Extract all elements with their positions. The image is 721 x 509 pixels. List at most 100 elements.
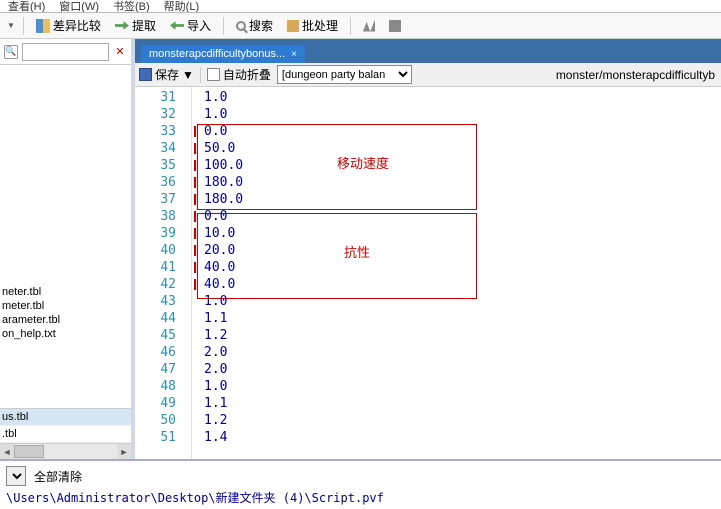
menu-bar: 查看(H) 窗口(W) 书签(B) 帮助(L) — [0, 0, 721, 13]
code-line[interactable]: 2.0 — [192, 344, 721, 361]
menu-item[interactable]: 窗口(W) — [59, 0, 99, 13]
code-line[interactable]: 1.0 — [192, 89, 721, 106]
line-number: 44 — [135, 310, 191, 327]
search-icon[interactable]: 🔍 — [4, 45, 18, 59]
file-item[interactable]: arameter.tbl — [0, 313, 131, 327]
code-editor[interactable]: 3132333435363738394041424344454647484950… — [135, 87, 721, 459]
file-item[interactable]: on_help.txt — [0, 327, 131, 341]
line-number: 36 — [135, 174, 191, 191]
extract-button[interactable]: 提取 — [111, 15, 160, 36]
file-list: neter.tbl meter.tbl arameter.tbl on_help… — [0, 285, 131, 341]
file-item[interactable]: .tbl — [0, 426, 131, 443]
code-line[interactable]: 1.2 — [192, 412, 721, 429]
line-number: 47 — [135, 361, 191, 378]
dropdown-arrow-icon[interactable]: ▼ — [7, 21, 15, 30]
open-files-list: us.tbl .tbl ◄ ► — [0, 408, 131, 459]
code-line[interactable]: 1.1 — [192, 310, 721, 327]
code-line[interactable]: 1.2 — [192, 327, 721, 344]
batch-icon — [287, 20, 299, 32]
code-line[interactable]: 40.0 — [192, 259, 721, 276]
main-toolbar: ▼ 差异比较 提取 导入 搜索 批处理 — [0, 13, 721, 39]
line-number: 42 — [135, 276, 191, 293]
save-button[interactable]: 保存 ▼ — [139, 66, 194, 83]
file-item[interactable]: meter.tbl — [0, 299, 131, 313]
clear-all-button[interactable]: 全部清除 — [34, 468, 82, 485]
line-number: 31 — [135, 89, 191, 106]
file-item[interactable]: neter.tbl — [0, 285, 131, 299]
scroll-right-icon[interactable]: ► — [117, 444, 131, 459]
line-number: 51 — [135, 429, 191, 446]
code-line[interactable]: 0.0 — [192, 208, 721, 225]
code-line[interactable]: 1.0 — [192, 293, 721, 310]
clear-icon[interactable]: ✕ — [113, 45, 127, 59]
scrollbar-thumb[interactable] — [14, 445, 44, 458]
change-marker — [194, 160, 196, 171]
sidebar: 🔍 ✕ neter.tbl meter.tbl arameter.tbl on_… — [0, 39, 135, 459]
file-item[interactable]: us.tbl — [0, 409, 131, 426]
sidebar-search-input[interactable] — [22, 43, 109, 61]
change-marker — [194, 194, 196, 205]
line-number: 43 — [135, 293, 191, 310]
change-marker — [194, 177, 196, 188]
output-filter-select[interactable] — [6, 466, 26, 486]
change-marker — [194, 228, 196, 239]
dropdown-arrow-icon[interactable]: ▼ — [182, 68, 194, 82]
change-marker — [194, 245, 196, 256]
import-icon — [170, 19, 184, 33]
line-number: 39 — [135, 225, 191, 242]
code-line[interactable]: 50.0 — [192, 140, 721, 157]
menu-item[interactable]: 书签(B) — [113, 0, 150, 13]
line-number: 35 — [135, 157, 191, 174]
code-line[interactable]: 20.0 — [192, 242, 721, 259]
tool-icon — [389, 20, 401, 32]
change-marker — [194, 126, 196, 137]
line-number: 33 — [135, 123, 191, 140]
code-line[interactable]: 1.0 — [192, 378, 721, 395]
line-number: 34 — [135, 140, 191, 157]
code-line[interactable]: 100.0 — [192, 157, 721, 174]
change-marker — [194, 279, 196, 290]
section-select[interactable]: [dungeon party balan — [277, 65, 412, 84]
line-number: 45 — [135, 327, 191, 344]
code-line[interactable]: 1.4 — [192, 429, 721, 446]
tool-button-2[interactable] — [385, 18, 405, 34]
change-marker — [194, 262, 196, 273]
wrap-button[interactable]: 自动折叠 — [207, 66, 271, 83]
diff-icon — [36, 19, 50, 33]
line-number: 32 — [135, 106, 191, 123]
change-marker — [194, 143, 196, 154]
menu-item[interactable]: 查看(H) — [8, 0, 45, 13]
code-line[interactable]: 180.0 — [192, 191, 721, 208]
editor-tab[interactable]: monsterapcdifficultybonus... × — [141, 45, 305, 63]
line-gutter: 3132333435363738394041424344454647484950… — [135, 87, 192, 459]
code-line[interactable]: 2.0 — [192, 361, 721, 378]
editor-area: monsterapcdifficultybonus... × 保存 ▼ 自动折叠… — [135, 39, 721, 459]
scroll-left-icon[interactable]: ◄ — [0, 444, 14, 459]
tab-bar: monsterapcdifficultybonus... × — [135, 39, 721, 63]
line-number: 37 — [135, 191, 191, 208]
search-button[interactable]: 搜索 — [232, 15, 277, 36]
batch-button[interactable]: 批处理 — [283, 15, 342, 36]
output-path-line: \Users\Administrator\Desktop\新建文件夹 (4)\S… — [6, 489, 715, 506]
search-icon — [236, 21, 246, 31]
menu-item[interactable]: 帮助(L) — [164, 0, 199, 13]
import-button[interactable]: 导入 — [166, 15, 215, 36]
line-number: 40 — [135, 242, 191, 259]
code-line[interactable]: 10.0 — [192, 225, 721, 242]
tool-button-1[interactable] — [359, 18, 379, 34]
change-marker — [194, 211, 196, 222]
code-line[interactable]: 180.0 — [192, 174, 721, 191]
file-path-label: monster/monsterapcdifficultyb — [556, 68, 717, 82]
tab-label: monsterapcdifficultybonus... — [149, 48, 285, 60]
diff-button[interactable]: 差异比较 — [32, 15, 105, 36]
horizontal-scrollbar[interactable]: ◄ ► — [0, 443, 131, 459]
line-number: 48 — [135, 378, 191, 395]
line-number: 38 — [135, 208, 191, 225]
code-line[interactable]: 40.0 — [192, 276, 721, 293]
code-content[interactable]: 移动速度 抗性 1.01.00.050.0100.0180.0180.00.01… — [192, 87, 721, 459]
code-line[interactable]: 1.0 — [192, 106, 721, 123]
close-icon[interactable]: × — [291, 49, 297, 60]
code-line[interactable]: 1.1 — [192, 395, 721, 412]
code-line[interactable]: 0.0 — [192, 123, 721, 140]
editor-toolbar: 保存 ▼ 自动折叠 [dungeon party balan monster/m… — [135, 63, 721, 87]
